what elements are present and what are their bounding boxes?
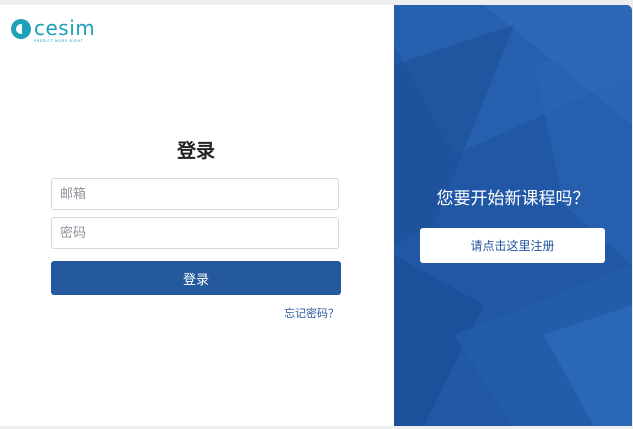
password-field[interactable] <box>51 217 339 249</box>
new-course-heading: 您要开始新课程吗？ <box>436 189 590 209</box>
panel-background-shapes <box>394 5 632 426</box>
signup-panel: 您要开始新课程吗？ 请点击这里注册 <box>394 5 632 426</box>
logo-tagline: PREDICT MORE RIGHT <box>34 39 84 43</box>
cesim-logo: cesim PREDICT MORE RIGHT <box>11 16 111 46</box>
login-card: cesim PREDICT MORE RIGHT 登录 登录 忘记密码？ 您要开… <box>0 5 632 426</box>
login-panel: cesim PREDICT MORE RIGHT 登录 登录 忘记密码？ <box>0 5 394 426</box>
forgot-password-link[interactable]: 忘记密码？ <box>284 305 339 321</box>
email-field[interactable] <box>51 178 339 210</box>
register-button[interactable]: 请点击这里注册 <box>420 228 605 263</box>
login-button[interactable]: 登录 <box>51 261 341 295</box>
logo-wordmark: cesim <box>34 16 96 40</box>
login-title: 登录 <box>176 140 215 162</box>
cesim-logo-icon <box>11 19 31 39</box>
